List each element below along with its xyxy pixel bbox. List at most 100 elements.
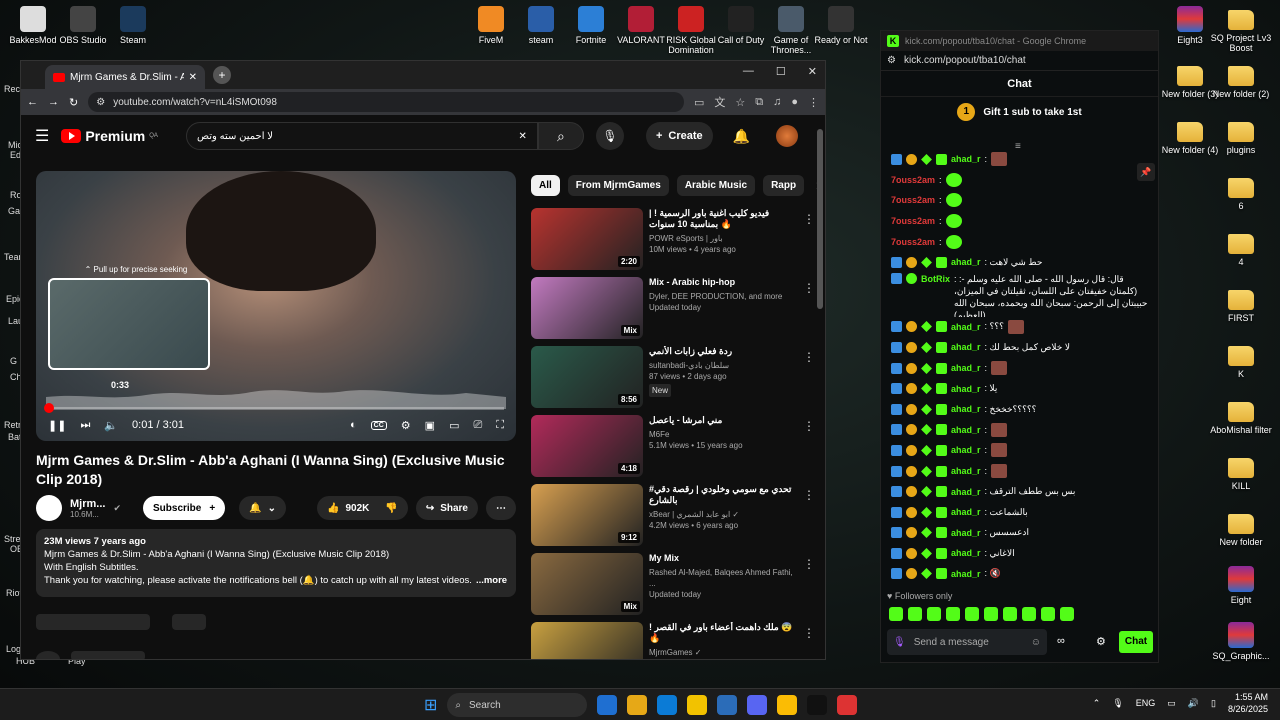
chat-username[interactable]: 7ouss2am [891,216,935,226]
emoji-icon[interactable]: ☺ [1031,637,1041,648]
emote-icon[interactable] [1041,607,1055,621]
bookmark-star-icon[interactable]: ☆ [735,96,745,109]
taskbar-app-icon[interactable] [777,695,798,715]
more-options-icon[interactable]: ⋮ [803,419,815,433]
folder-icon[interactable]: AboMishal filter [1208,398,1274,435]
recommended-video[interactable]: 9:12 #تحدي مع سومي وخلودي | رقصة دقي بال… [531,484,815,553]
folder-icon[interactable]: 6 [1208,174,1274,211]
folder-icon[interactable]: SQ Project Lv3 Boost [1208,6,1274,53]
pause-icon[interactable]: ❚❚ [48,419,66,432]
mic-icon[interactable]: 🎙 [893,637,906,648]
back-icon[interactable]: ← [27,96,38,108]
desktop-icon-label[interactable]: G [10,356,17,366]
folder-icon[interactable]: New folder (2) [1208,62,1274,99]
url-input[interactable]: ⚙ youtube.com/watch?v=nL4iSMOt098 [88,92,684,112]
taskbar-app-icon[interactable] [747,695,768,715]
notification-bell-button[interactable]: 🔔 ⌄ [239,496,287,520]
taskbar-app-icon[interactable] [807,695,828,715]
hamburger-menu-icon[interactable]: ☰ [35,126,49,146]
desktop-icon-label[interactable]: Log [6,644,21,654]
miniplayer-icon[interactable]: ▣ [425,419,435,432]
more-actions-button[interactable]: ⋯ [486,496,516,520]
more-options-icon[interactable]: ⋮ [803,626,815,640]
forward-icon[interactable]: → [48,96,59,108]
taskbar-search[interactable]: ⌕ Search [447,693,588,717]
description-box[interactable]: 23M views 7 years ago Mjrm Games & Dr.Sl… [36,529,516,597]
chat-username[interactable]: ahad_r [951,342,981,352]
video-thumbnail[interactable]: 8:56 [531,346,643,408]
emote-icon[interactable] [1003,607,1017,621]
cast-icon[interactable]: ▭ [694,96,704,109]
battery-icon[interactable]: ▯ [1211,698,1216,709]
video-thumbnail[interactable]: 2:20 [531,208,643,270]
network-icon[interactable]: ▭ [1167,698,1176,709]
chat-username[interactable]: ahad_r [951,445,981,455]
more-options-icon[interactable]: ⋮ [803,212,815,226]
progress-bar[interactable] [44,403,504,413]
chat-message-input[interactable]: 🎙 Send a message ☺ [887,629,1047,655]
more-options-icon[interactable]: ⋮ [803,281,815,295]
filter-chip[interactable]: Arabic Music [676,175,756,196]
channel-name[interactable]: Mjrm... [70,498,105,510]
video-player[interactable]: ⌃ Pull up for precise seeking 0:33 ❚❚ ⏭ … [36,171,516,441]
filter-chip[interactable]: Rapp [763,175,805,196]
search-icon[interactable]: ⌕ [537,122,584,150]
recommended-video[interactable]: 4:18 مني امرشا - ياعصل M6Fe 5.1M views •… [531,415,815,484]
recommended-video[interactable]: ! ملك داهمت أعضاء باور في القصر 😨🔥 MjrmG… [531,622,815,659]
profile-icon[interactable]: ● [791,96,798,108]
more-options-icon[interactable]: ⋮ [803,488,815,502]
gift-sub-banner[interactable]: 1 Gift 1 sub to take 1st [881,97,1158,127]
subscribe-button[interactable]: Subscribe + [143,496,226,520]
emote-icon[interactable] [1060,607,1074,621]
clear-search-icon[interactable]: ✕ [519,131,527,142]
folder-icon[interactable]: plugins [1208,118,1274,155]
folder-icon[interactable]: 4 [1208,230,1274,267]
theater-mode-icon[interactable]: ▭ [449,419,459,432]
archive-icon[interactable]: Eight [1208,566,1274,605]
tab-youtube[interactable]: Mjrm Games & Dr.Slim - A ✕ [45,65,205,89]
media-icon[interactable]: ♫ [773,96,781,108]
chat-username[interactable]: ahad_r [951,363,981,373]
desktop-icon-label[interactable]: Retr [4,420,21,430]
emote-icon[interactable] [927,607,941,621]
close-button[interactable]: ✕ [808,65,817,78]
menu-icon[interactable]: ⋮ [808,96,819,109]
fullscreen-icon[interactable]: ⛶ [496,419,504,432]
folder-icon[interactable]: KILL [1208,454,1274,491]
video-thumbnail[interactable]: 4:18 [531,415,643,477]
chat-username[interactable]: 7ouss2am [891,195,935,205]
chat-username[interactable]: ahad_r [951,528,981,538]
captions-button[interactable]: CC [370,420,387,430]
create-button[interactable]: + Create [645,122,713,150]
reload-icon[interactable]: ↻ [69,96,78,109]
cast-icon[interactable]: ⎚ [473,419,482,432]
volume-icon[interactable]: 🔈 [104,419,118,432]
video-title[interactable]: فيديو كليب اغنية باور الرسمية ! | بمناسب… [649,208,793,230]
share-button[interactable]: ↪ Share [415,496,478,520]
scrubber-handle[interactable] [44,403,55,413]
video-title[interactable]: My Mix [649,553,793,564]
taskbar-app-icon[interactable] [837,695,858,715]
send-chat-button[interactable]: Chat [1119,631,1153,653]
video-title[interactable]: ردة فعلي زابات الأنمي [649,346,793,357]
emote-icon[interactable] [946,607,960,621]
emote-icon[interactable] [965,607,979,621]
minimize-button[interactable]: — [743,65,754,78]
desktop-icon[interactable]: Steam [104,6,162,45]
video-title[interactable]: Mix - Arabic hip-hop [649,277,793,288]
language-indicator[interactable]: ENG [1136,698,1156,708]
filter-chip[interactable]: All [531,175,560,196]
filter-chip[interactable]: From MjrmGames [567,175,669,196]
settings-gear-icon[interactable]: ⚙ [1096,635,1106,648]
dislike-icon[interactable]: 👎 [385,503,397,514]
video-title[interactable]: مني امرشا - ياعصل [649,415,793,426]
emote-icon[interactable] [908,607,922,621]
like-button[interactable]: 👍 902K 👎 [317,496,408,520]
chat-username[interactable]: ahad_r [951,548,981,558]
kick-url[interactable]: kick.com/popout/tba10/chat [904,55,1026,66]
emote-icon[interactable] [984,607,998,621]
taskbar-app-icon[interactable] [597,695,618,715]
taskbar-app-icon[interactable] [717,695,738,715]
video-title[interactable]: #تحدي مع سومي وخلودي | رقصة دقي بالشارع [649,484,793,506]
tab-close-icon[interactable]: ✕ [189,72,197,83]
